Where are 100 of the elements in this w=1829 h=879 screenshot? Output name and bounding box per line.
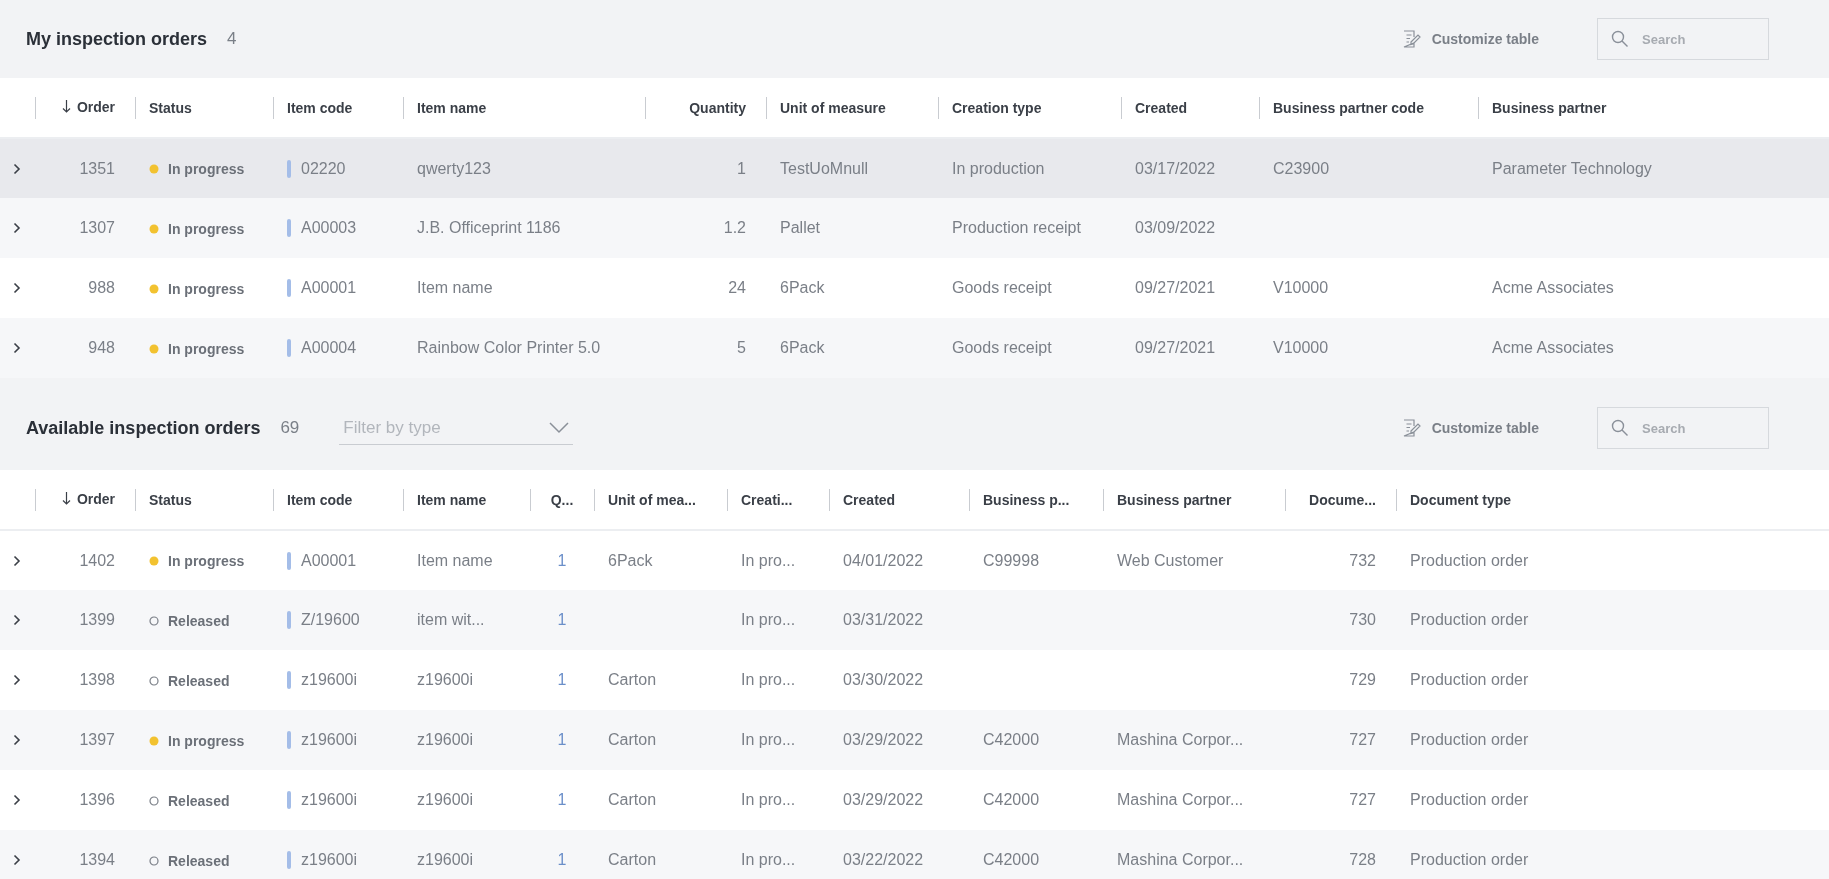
- column-header[interactable]: Unit of measure: [780, 99, 886, 116]
- code-marker: [287, 671, 291, 690]
- expand-chevron-icon[interactable]: [13, 614, 21, 626]
- column-header[interactable]: Order: [61, 490, 115, 507]
- table-cell: Carton: [608, 671, 657, 688]
- table-cell: 728: [1349, 851, 1376, 868]
- section-title: My inspection orders: [26, 28, 208, 50]
- expand-chevron-icon[interactable]: [13, 854, 21, 866]
- table-cell: 1: [557, 671, 567, 688]
- column-header[interactable]: Document type: [1410, 491, 1512, 508]
- expand-chevron-icon[interactable]: [13, 162, 21, 175]
- search-field[interactable]: Search: [1597, 18, 1769, 60]
- column-header[interactable]: Unit of mea...: [608, 491, 696, 508]
- column-header[interactable]: Business partner: [1492, 99, 1607, 116]
- table-cell: 1399: [79, 611, 115, 628]
- column-header[interactable]: Creati...: [741, 491, 793, 508]
- table-cell: C42000: [983, 851, 1040, 868]
- table-cell: 03/31/2022: [843, 611, 924, 628]
- column-header[interactable]: Q...: [550, 491, 574, 508]
- column-header[interactable]: Item code: [287, 99, 353, 116]
- expand-chevron-icon[interactable]: [13, 554, 21, 567]
- table-cell: Carton: [608, 791, 657, 808]
- table-cell: 730: [1349, 611, 1376, 628]
- expand-chevron-icon[interactable]: [13, 794, 21, 806]
- table-cell: C42000: [983, 731, 1040, 748]
- column-header[interactable]: Docume...: [1309, 491, 1376, 508]
- edit-list-icon: [1401, 29, 1422, 49]
- code-marker: [287, 731, 291, 750]
- table-cell: 1: [557, 551, 567, 569]
- table-cell: 09/27/2021: [1135, 339, 1216, 356]
- table-cell: Item name: [417, 279, 493, 296]
- table-cell: 04/01/2022: [843, 551, 924, 569]
- table-cell: Acme Associates: [1492, 339, 1614, 356]
- table-cell: 1394: [79, 851, 115, 868]
- status-label: In progress: [168, 553, 245, 570]
- column-header[interactable]: Business partner: [1117, 491, 1232, 508]
- column-header[interactable]: Created: [1135, 99, 1188, 116]
- table-cell: 948: [88, 339, 115, 356]
- code-marker: [287, 159, 291, 178]
- table-cell: TestUoMnull: [780, 159, 869, 177]
- code-marker: [287, 279, 291, 298]
- column-header[interactable]: Item name: [417, 491, 487, 508]
- column-header[interactable]: Status: [149, 99, 192, 116]
- table-cell: 03/09/2022: [1135, 219, 1216, 236]
- column-header[interactable]: Created: [843, 491, 896, 508]
- status-label: In progress: [168, 280, 245, 297]
- column-header[interactable]: Item name: [417, 99, 487, 116]
- customize-table-button[interactable]: Customize table: [1395, 28, 1545, 50]
- search-field[interactable]: Search: [1597, 407, 1769, 449]
- search-icon: [1611, 30, 1629, 48]
- column-header[interactable]: Business partner code: [1273, 99, 1424, 116]
- expand-chevron-icon[interactable]: [13, 342, 21, 354]
- column-header[interactable]: Item code: [287, 491, 353, 508]
- table-cell: 1: [557, 791, 567, 808]
- search-icon: [1611, 419, 1629, 437]
- table-cell: item wit...: [417, 611, 485, 628]
- column-header[interactable]: Order: [61, 98, 115, 115]
- section-title: Available inspection orders: [26, 417, 261, 439]
- expand-chevron-icon[interactable]: [13, 674, 21, 686]
- table-cell: Parameter Technology: [1492, 159, 1652, 177]
- table-cell: Production order: [1410, 851, 1529, 868]
- column-header[interactable]: Quantity: [689, 99, 746, 116]
- table-cell: Production order: [1410, 791, 1529, 808]
- column-header[interactable]: Creation type: [952, 99, 1042, 116]
- code-marker: [287, 791, 291, 810]
- table-cell: Goods receipt: [952, 279, 1052, 296]
- status-ring-icon: [149, 795, 159, 806]
- table-cell: Production order: [1410, 731, 1529, 748]
- expand-chevron-icon[interactable]: [13, 734, 21, 746]
- table-cell: z19600i: [301, 731, 358, 750]
- table-cell: 6Pack: [608, 551, 653, 569]
- order-count: 4: [227, 29, 237, 49]
- table-cell: z19600i: [301, 791, 358, 810]
- table-cell: A00004: [301, 339, 357, 358]
- table-cell: 5: [737, 339, 746, 356]
- table-cell: Item name: [417, 551, 493, 569]
- table-cell: 1: [557, 611, 567, 628]
- table-cell: V10000: [1273, 339, 1329, 356]
- table-cell: Goods receipt: [952, 339, 1052, 356]
- expand-chevron-icon[interactable]: [13, 282, 21, 294]
- table-cell: qwerty123: [417, 159, 491, 177]
- column-header[interactable]: Status: [149, 491, 192, 508]
- table-cell: 24: [728, 279, 746, 296]
- table-cell: 1307: [79, 219, 115, 236]
- table-cell: 1398: [79, 671, 115, 688]
- status-dot-icon: [149, 223, 159, 234]
- expand-chevron-icon[interactable]: [13, 222, 21, 234]
- table-cell: 1: [737, 159, 746, 177]
- table-cell: A00001: [301, 551, 357, 570]
- table-cell: 727: [1349, 791, 1376, 808]
- table-cell: Mashina Corpor...: [1117, 731, 1244, 748]
- customize-table-button[interactable]: Customize table: [1395, 417, 1545, 439]
- table-cell: Production order: [1410, 551, 1529, 569]
- status-label: In progress: [168, 161, 245, 178]
- table-cell: C23900: [1273, 159, 1330, 177]
- table-cell: z19600i: [417, 731, 474, 748]
- table-cell: 03/30/2022: [843, 671, 924, 688]
- column-header[interactable]: Business p...: [983, 491, 1070, 508]
- edit-list-icon: [1401, 418, 1422, 438]
- code-marker: [287, 611, 291, 630]
